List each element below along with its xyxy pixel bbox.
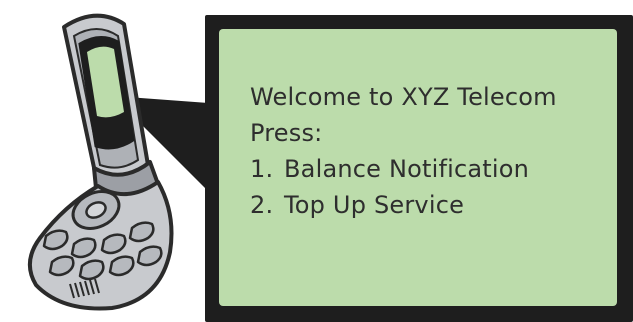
menu-option-label: Top Up Service [284,191,465,219]
menu-option-balance-notification: 1. Balance Notification [250,151,617,187]
message-callout-box: Welcome to XYZ Telecom Press: 1. Balance … [205,15,633,322]
menu-option-number: 2. [250,191,274,219]
press-prompt: Press: [250,119,323,147]
menu-option-number: 1. [250,155,274,183]
menu-option-top-up-service: 2. Top Up Service [250,187,617,223]
flip-phone-icon [28,13,174,311]
message-screen: Welcome to XYZ Telecom Press: 1. Balance … [219,29,617,306]
menu-option-label: Balance Notification [284,155,530,183]
welcome-text: Welcome to XYZ Telecom [250,83,557,111]
